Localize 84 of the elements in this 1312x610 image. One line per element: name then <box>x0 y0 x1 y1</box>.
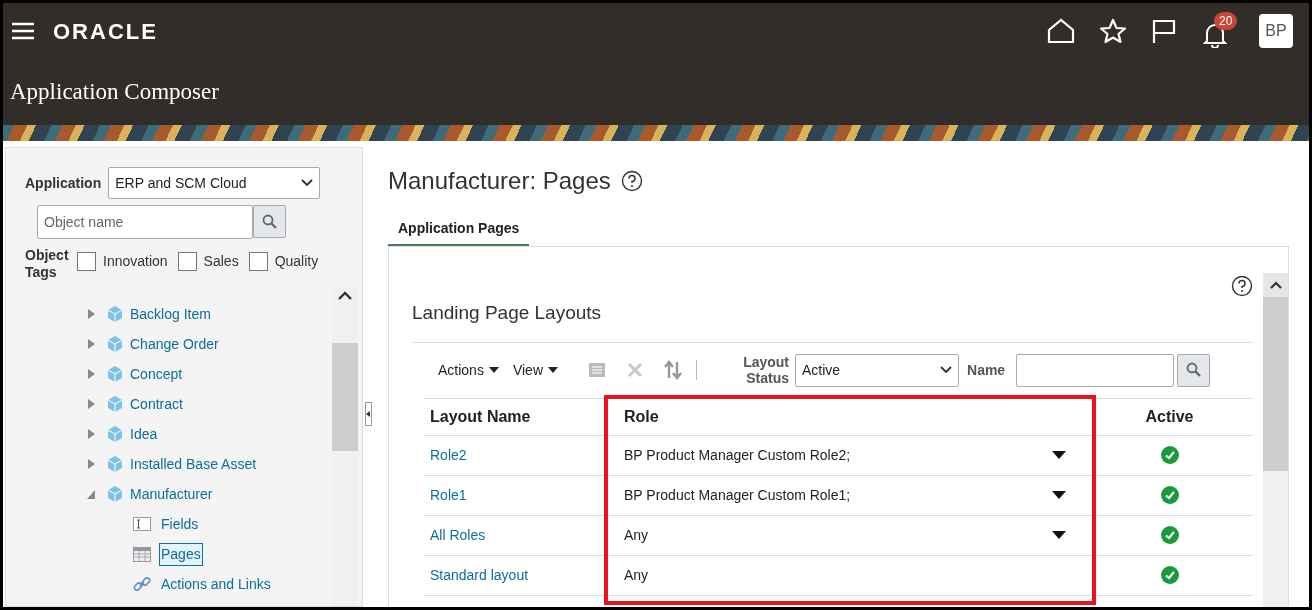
scrollbar[interactable] <box>1263 273 1288 607</box>
tree-item[interactable]: Fields <box>159 512 201 536</box>
tag-label: Quality <box>274 252 319 271</box>
tree-item[interactable]: Installed Base Asset <box>130 453 257 475</box>
column-header: Role <box>623 406 660 427</box>
cube-icon <box>106 425 124 443</box>
expand-triangle-icon[interactable] <box>86 428 96 440</box>
search-icon <box>261 213 278 230</box>
chevron-up-icon[interactable] <box>1269 281 1282 289</box>
help-icon[interactable] <box>620 170 643 192</box>
flag-icon[interactable] <box>1151 18 1177 44</box>
actions-menu[interactable]: Actions <box>438 359 499 381</box>
search-icon <box>1185 362 1202 378</box>
tag-label: Innovation <box>103 252 168 271</box>
tree-item[interactable]: Manufacturer <box>130 483 213 505</box>
application-select[interactable]: ERP and SCM Cloud <box>108 167 321 199</box>
tree-item[interactable]: Contract <box>130 393 183 415</box>
cube-icon <box>106 305 124 323</box>
column-header: Layout Name <box>429 406 532 427</box>
tree-item[interactable]: Actions and Links <box>159 572 273 596</box>
tree-item[interactable]: Idea <box>130 423 158 445</box>
cube-icon <box>106 395 124 413</box>
text-field-icon <box>133 517 151 531</box>
tag-checkbox[interactable] <box>177 252 197 271</box>
expand-triangle-icon[interactable] <box>86 458 96 470</box>
tree-item[interactable]: Pages <box>159 542 203 566</box>
cube-icon <box>106 365 124 383</box>
sort-icon[interactable] <box>664 360 682 380</box>
home-icon[interactable] <box>1047 18 1075 44</box>
expand-triangle-icon[interactable] <box>86 368 96 380</box>
cube-icon <box>106 455 124 473</box>
dropdown-caret-icon[interactable] <box>1052 491 1066 499</box>
expand-triangle-icon[interactable] <box>86 398 96 410</box>
expand-triangle-icon[interactable] <box>86 338 96 350</box>
name-label: Name <box>967 360 1006 380</box>
user-avatar[interactable]: BP <box>1259 14 1293 48</box>
star-icon[interactable] <box>1099 18 1127 44</box>
splitter-handle[interactable] <box>364 402 372 426</box>
object-name-field[interactable]: Object name <box>37 205 253 239</box>
table-cell-text: Any <box>624 525 650 545</box>
tree-item[interactable]: Backlog Item <box>130 303 211 325</box>
table-cell-text: Any <box>624 565 650 585</box>
layout-status-label: Layout Status <box>742 354 789 386</box>
caret-icon <box>548 367 558 373</box>
search-button[interactable] <box>253 205 286 238</box>
cube-icon <box>106 485 124 503</box>
chevron-down-icon <box>301 179 314 187</box>
expand-triangle-icon[interactable] <box>86 308 96 320</box>
layout-name-link[interactable]: Role1 <box>424 484 608 506</box>
dropdown-caret-icon[interactable] <box>1052 451 1066 459</box>
layout-name-link[interactable]: Standard layout <box>424 564 608 586</box>
table-icon <box>133 546 151 562</box>
link-icon <box>133 575 151 593</box>
tree-item[interactable]: Concept <box>130 363 183 385</box>
layout-name-link[interactable]: Role2 <box>424 444 608 466</box>
tag-checkbox[interactable] <box>248 252 268 271</box>
menu-icon[interactable] <box>11 21 35 41</box>
content-title: Manufacturer: Pages <box>388 166 611 196</box>
caret-icon <box>488 367 499 373</box>
tag-label: Sales <box>203 252 239 271</box>
layout-status-select[interactable]: Active <box>795 353 959 387</box>
tree-item[interactable]: Change Order <box>130 333 219 355</box>
section-title: Landing Page Layouts <box>412 301 603 325</box>
search-button[interactable] <box>1177 353 1211 387</box>
application-label: Application <box>25 173 102 193</box>
table-cell-text: BP Product Manager Custom Role1; <box>624 485 852 505</box>
scrollbar[interactable] <box>332 287 358 606</box>
page-tab[interactable]: Application Pages <box>388 213 530 247</box>
tag-checkbox[interactable] <box>77 252 96 271</box>
table-cell-text: BP Product Manager Custom Role2; <box>624 445 852 465</box>
brand-logo[interactable]: ORACLE <box>53 14 158 48</box>
name-field[interactable] <box>1016 353 1175 387</box>
chevron-up-icon[interactable] <box>338 291 352 301</box>
dropdown-caret-icon[interactable] <box>1052 531 1066 539</box>
column-header: Active <box>1144 406 1195 427</box>
notification-count: 20 <box>1214 12 1238 30</box>
help-icon[interactable] <box>1231 275 1253 297</box>
layout-name-link[interactable]: All Roles <box>424 524 608 546</box>
view-menu[interactable]: View <box>512 359 558 381</box>
collapse-triangle-icon[interactable] <box>86 488 96 500</box>
page-title: Application Composer <box>10 77 219 106</box>
object-tags-label: Object Tags <box>25 247 70 281</box>
chevron-down-icon <box>940 366 952 374</box>
cube-icon <box>106 335 124 353</box>
